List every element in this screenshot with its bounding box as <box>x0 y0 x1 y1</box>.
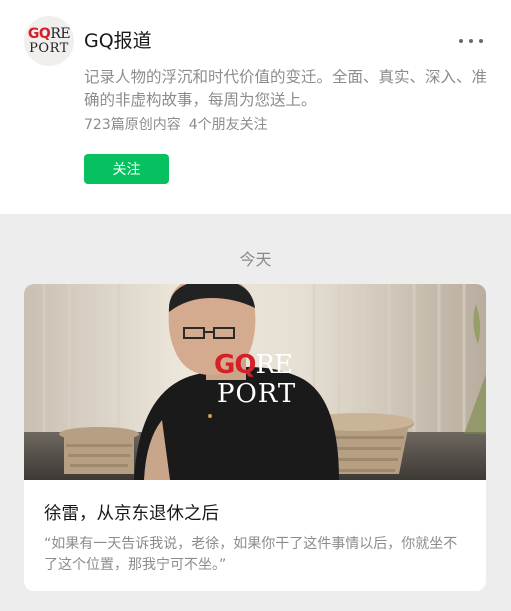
avatar-logo-port: PORT <box>29 41 69 56</box>
article-card[interactable]: GQRE PORT 徐雷，从京东退休之后 “如果有一天告诉我说，老徐，如果你干了… <box>24 284 486 591</box>
account-header: GQRE PORT GQ报道 记录人物的浮沉和时代价值的变迁。全面、真实、深入、… <box>0 0 511 214</box>
avatar[interactable]: GQRE PORT <box>24 16 74 66</box>
article-cover-image: GQRE PORT <box>24 284 486 480</box>
cover-logo: GQRE PORT <box>214 352 304 407</box>
avatar-logo-gq: GQ <box>27 26 51 42</box>
account-stats: 723篇原创内容 4个朋友关注 <box>84 116 268 134</box>
cover-logo-re: RE <box>255 350 293 380</box>
original-count: 723篇原创内容 <box>84 117 181 133</box>
article-excerpt: “如果有一天告诉我说，老徐，如果你干了这件事情以后，你就坐不了这个位置，那我宁可… <box>44 536 458 573</box>
friends-following: 4个朋友关注 <box>188 117 268 133</box>
account-name[interactable]: GQ报道 <box>84 29 152 53</box>
more-options-icon[interactable] <box>459 31 483 51</box>
avatar-logo-re: RE <box>50 26 71 42</box>
cover-logo-port: PORT <box>217 379 297 409</box>
follow-button[interactable]: 关注 <box>84 154 169 184</box>
feed-date-label: 今天 <box>239 250 272 269</box>
cover-logo-gq: GQ <box>214 350 256 380</box>
account-description: 记录人物的浮沉和时代价值的变迁。全面、真实、深入、准确的非虚构故事，每周为您送上… <box>84 68 488 109</box>
article-title[interactable]: 徐雷，从京东退休之后 <box>44 503 219 525</box>
